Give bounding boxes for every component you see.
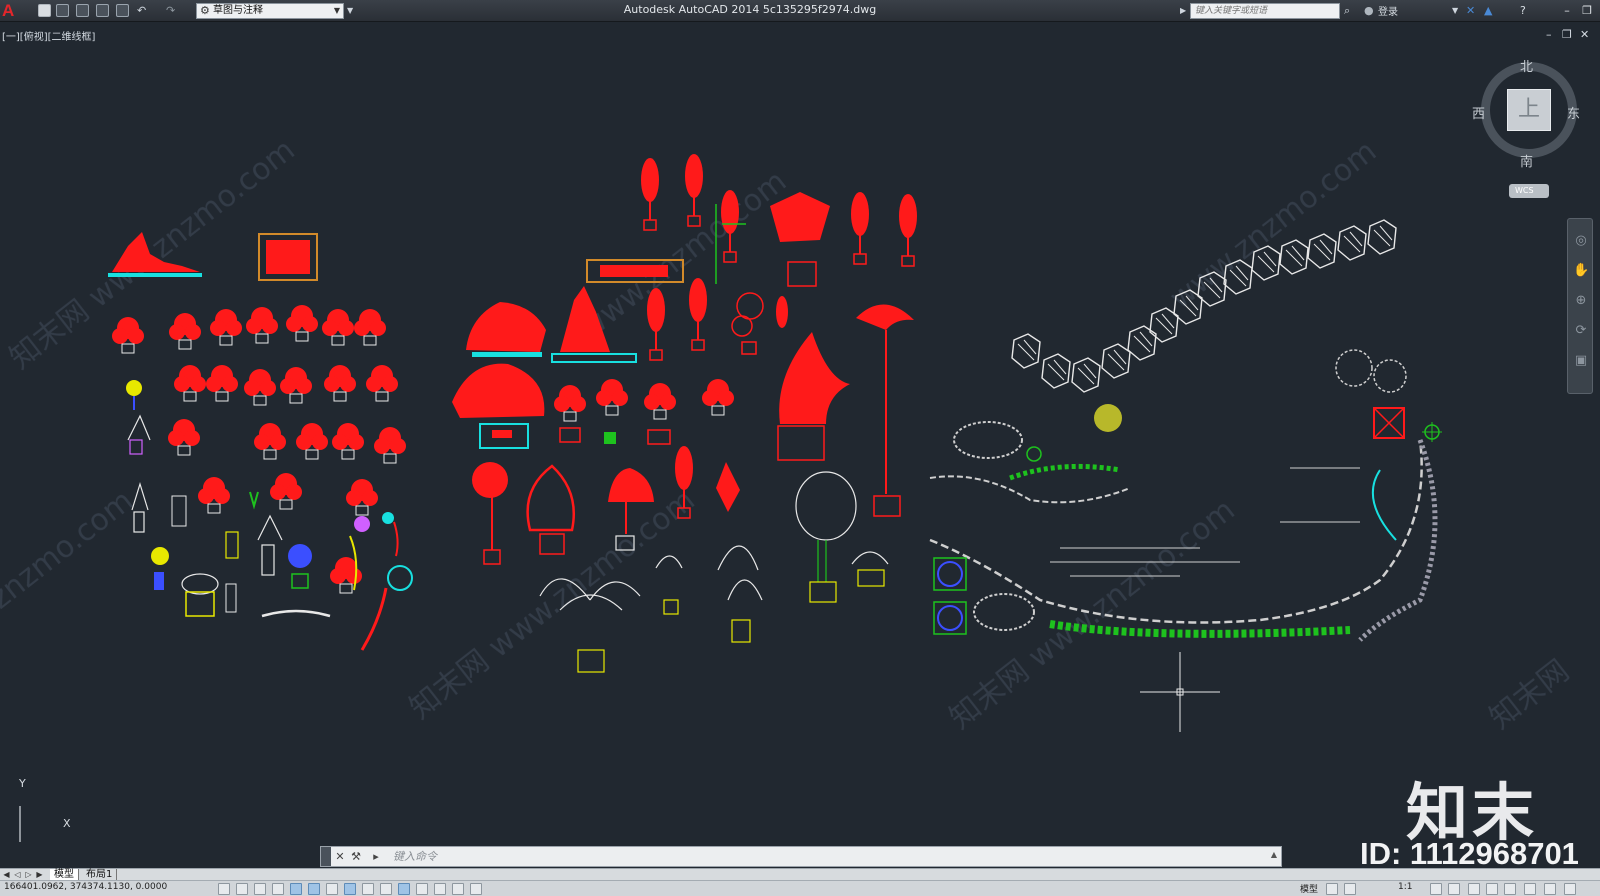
picture-frame-block[interactable] [258,233,318,281]
transparency-icon[interactable] [416,883,428,895]
isolate-objects-icon[interactable] [1524,883,1536,895]
ucs-y-label: Y [19,777,26,790]
svg-text:知末网 www.znzmo.com: 知末网 www.znzmo.com [943,493,1241,737]
watermark-id: ID: 1112968701 [1360,836,1579,871]
command-history-arrow[interactable]: ▲ [1271,850,1277,859]
compass-north[interactable]: 北 [1520,56,1533,75]
svg-text:知末网: 知末网 [1483,653,1575,736]
auto-scale-icon[interactable] [1448,883,1460,895]
annotation-visibility-icon[interactable] [1430,883,1442,895]
toolbar-lock-icon[interactable] [1486,883,1498,895]
command-input[interactable]: 键入命令 [393,847,437,866]
object-snap-tracking-icon[interactable] [344,883,356,895]
close-icon[interactable]: ✕ [333,849,347,864]
compass-south[interactable]: 南 [1520,151,1533,170]
crosshair-cursor [1140,652,1220,732]
navigation-bar: ◎ ✋ ⊕ ⟳ ▣ [1567,218,1593,394]
orbit-icon[interactable]: ⟳ [1573,323,1589,339]
infer-constraints-icon[interactable] [218,883,230,895]
title-bar: A ↶ ↷ ⚙ 草图与注释 ▼ ▼ Autodesk AutoCAD 2014 … [0,0,1600,22]
help-icon[interactable]: ? [1520,3,1526,19]
lineweight-icon[interactable] [398,883,410,895]
command-line: ✕ ⚒ ▸ 键入命令 ▲ [320,846,1282,867]
login-dropdown-icon[interactable]: ▼ [1452,3,1458,19]
quick-view-drawings-icon[interactable] [1344,883,1356,895]
tab-first-icon[interactable]: ◀ [2,869,11,880]
dynamic-input-icon[interactable] [380,883,392,895]
viewport-close-icon[interactable]: ✕ [1580,28,1589,41]
svg-text:www.znzmo.com: www.znzmo.com [1163,134,1383,316]
command-line-grip[interactable] [321,847,331,866]
garden-plan-block[interactable] [929,349,1442,642]
zoom-icon[interactable]: ⊕ [1573,293,1589,309]
ucs-x-label: X [63,817,71,830]
autocad-window: A ↶ ↷ ⚙ 草图与注释 ▼ ▼ Autodesk AutoCAD 2014 … [0,0,1600,896]
tab-next-icon[interactable]: ▷ [24,869,33,880]
selection-cycling-icon[interactable] [452,883,464,895]
exchange-icon[interactable]: ✕ [1466,3,1475,19]
expand-arrow-icon[interactable]: ▶ [1180,3,1186,19]
annotation-monitor-icon[interactable] [470,883,482,895]
svg-text:知末网 www.znzmo.com: 知末网 www.znzmo.com [403,483,701,727]
viewport-controls-label[interactable]: [一][俯视][二维线框] [2,28,95,43]
layout-tabs-row: ◀ ◁ ▷ ▶ 模型 布局1 [0,868,1600,881]
showmotion-icon[interactable]: ▣ [1573,353,1589,369]
workspace-switching-icon[interactable] [1468,883,1480,895]
hardware-acceleration-icon[interactable] [1504,883,1516,895]
steering-wheel-icon[interactable]: ◎ [1573,233,1589,249]
dynamic-ucs-icon[interactable] [362,883,374,895]
viewcube-top-face[interactable]: 上 [1507,89,1551,131]
object-snap-icon[interactable] [308,883,320,895]
grid-display-icon[interactable] [254,883,266,895]
drawing-canvas[interactable]: 知末网 www.znzmo.com znzmo.com 知末网 www.znzm… [0,22,1600,842]
viewport-minimize-icon[interactable]: – [1546,28,1552,41]
tab-prev-icon[interactable]: ◁ [13,869,22,880]
polar-tracking-icon[interactable] [290,883,302,895]
compass-east[interactable]: 东 [1567,103,1580,122]
pan-icon[interactable]: ✋ [1573,263,1589,279]
login-link[interactable]: 登录 [1378,3,1398,18]
recent-commands-icon[interactable]: ▸ [369,849,383,864]
quick-view-layouts-icon[interactable] [1326,883,1338,895]
svg-text:知末网 www.znzmo.com: 知末网 www.znzmo.com [3,133,301,377]
potted-plants-group-left[interactable] [111,304,413,651]
status-bar-menu-icon[interactable] [1544,883,1556,895]
search-input[interactable]: 键入关键字或短语 [1190,3,1340,19]
3d-object-snap-icon[interactable] [326,883,338,895]
customize-icon[interactable]: ⚒ [349,849,363,864]
ortho-mode-icon[interactable] [272,883,284,895]
status-bar: 166401.0962, 374374.1130, 0.0000 模型 1:1 [0,880,1600,896]
svg-text:www.znzmo.com: www.znzmo.com [573,164,793,346]
restore-icon[interactable]: ❐ [1576,2,1598,19]
annotation-scale[interactable]: 1:1 [1398,882,1412,892]
viewport-restore-icon[interactable]: ❐ [1562,28,1572,41]
binoculars-icon[interactable]: ⌕ [1344,3,1350,19]
snap-mode-icon[interactable] [236,883,248,895]
wcs-menu-button[interactable]: WCS [1509,184,1549,198]
svg-text:znzmo.com: znzmo.com [0,483,140,616]
model-space-label[interactable]: 模型 [1300,882,1318,895]
minimize-icon[interactable]: – [1556,2,1578,19]
ucs-icon [19,806,21,842]
user-icon: ● [1364,4,1374,17]
a360-icon[interactable]: ▲ [1484,3,1492,19]
quick-properties-icon[interactable] [434,883,446,895]
compass-west[interactable]: 西 [1472,103,1485,122]
coordinate-readout[interactable]: 166401.0962, 374374.1130, 0.0000 [4,882,167,892]
clean-screen-icon[interactable] [1564,883,1576,895]
tab-last-icon[interactable]: ▶ [35,869,44,880]
rock-path-block[interactable] [1011,219,1397,393]
